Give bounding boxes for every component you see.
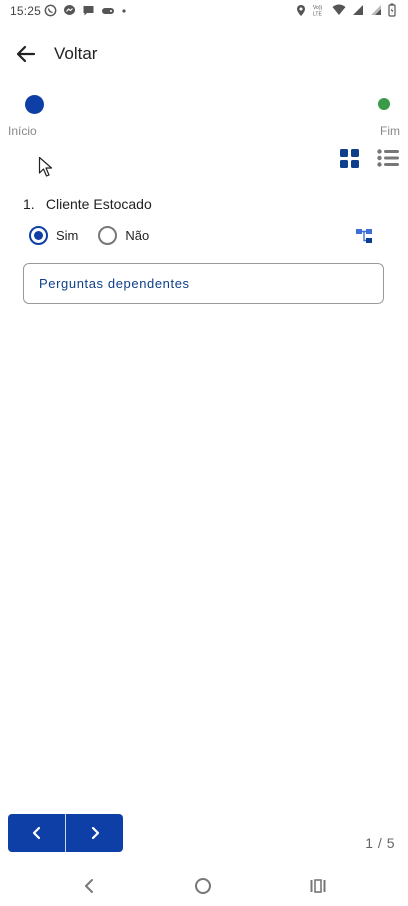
page-title[interactable]: Voltar [54, 44, 97, 64]
chat-icon [83, 6, 94, 16]
back-arrow-icon[interactable] [14, 42, 38, 66]
option-nao[interactable]: Não [98, 226, 149, 245]
notification-icons [44, 4, 127, 17]
svg-text:Vo)): Vo)) [313, 5, 323, 11]
progress-end-dot [378, 98, 390, 110]
option-nao-label: Não [125, 228, 150, 243]
location-icon [297, 4, 305, 16]
pagination-buttons [8, 814, 123, 852]
page-indicator: 1 / 5 [365, 835, 395, 851]
previous-button[interactable] [8, 814, 65, 852]
dependent-questions-label: Perguntas dependentes [39, 276, 190, 291]
radio-nao[interactable] [98, 226, 118, 245]
question-card: 1. Cliente Estocado Sim Não Perguntas de… [23, 196, 393, 304]
chevron-right-icon [91, 826, 99, 840]
whatsapp-icon [44, 4, 57, 17]
system-back-icon[interactable] [82, 878, 96, 894]
volte-lte-icon: Vo))LTE [313, 5, 323, 18]
system-recents-icon[interactable] [310, 879, 326, 893]
next-button[interactable] [66, 814, 123, 852]
dependent-questions-button[interactable]: Perguntas dependentes [23, 263, 384, 304]
status-time: 15:25 [10, 4, 42, 18]
wifi-icon [332, 4, 346, 15]
progress-stepper: Início Fim [0, 90, 408, 140]
app-bar: Voltar [0, 30, 408, 76]
dependency-tree-icon[interactable] [356, 229, 372, 243]
question-text: Cliente Estocado [45, 196, 152, 212]
signal-secondary-icon [371, 5, 381, 15]
game-controller-icon [102, 8, 114, 14]
mouse-cursor-icon [38, 156, 53, 177]
answer-options: Sim Não [29, 226, 169, 245]
option-sim-label: Sim [56, 228, 79, 243]
battery-charging-icon [388, 3, 396, 17]
progress-start-dot [25, 95, 44, 114]
radio-sim[interactable] [29, 226, 48, 245]
question-title: 1. Cliente Estocado [23, 196, 393, 212]
option-sim[interactable]: Sim [29, 226, 78, 245]
dot-icon [122, 9, 126, 13]
messenger-icon [64, 5, 75, 15]
system-status-icons: Vo)) LTE [296, 3, 396, 17]
signal-icon [353, 5, 363, 15]
svg-text:LTE: LTE [313, 12, 322, 18]
progress-start-label: Início [8, 124, 37, 138]
question-number: 1. [23, 196, 35, 212]
list-view-icon[interactable] [377, 149, 399, 167]
grid-view-icon[interactable] [340, 149, 359, 168]
status-bar: 15:25 Vo)) LTE [0, 0, 408, 22]
system-home-icon[interactable] [195, 878, 211, 894]
system-navigation-bar [0, 866, 408, 906]
chevron-left-icon [32, 826, 40, 840]
progress-end-label: Fim [380, 124, 400, 138]
